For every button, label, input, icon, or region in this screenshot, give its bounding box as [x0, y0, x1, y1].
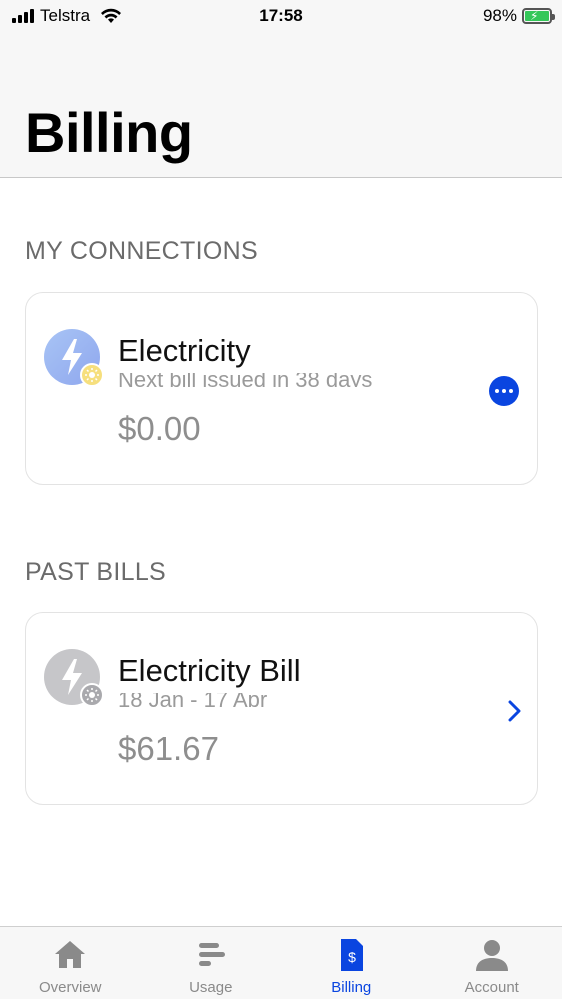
section-heading-past-bills: PAST BILLS: [25, 558, 167, 586]
home-icon: [55, 941, 86, 968]
status-time: 17:58: [259, 6, 303, 25]
chevron-right-icon[interactable]: [504, 698, 524, 724]
battery-icon: ⚡: [522, 8, 555, 24]
connection-card-electricity[interactable]: Electricity Next bill issued in 38 days …: [25, 292, 538, 485]
past-bill-title: Electricity Bill: [118, 653, 301, 688]
tab-overview[interactable]: Overview: [0, 927, 141, 999]
tab-label-account: Account: [464, 979, 519, 996]
header-area: Telstra 17:58 98% ⚡ Billing: [0, 0, 562, 178]
usage-bars-icon: [198, 943, 225, 966]
person-icon: [475, 940, 508, 971]
section-heading-connections: MY CONNECTIONS: [25, 237, 258, 265]
tab-account[interactable]: Account: [422, 927, 562, 999]
page-title: Billing: [25, 101, 193, 164]
tab-billing[interactable]: $ Billing: [281, 927, 422, 999]
past-bill-card-electricity[interactable]: Electricity Bill 18 Jan - 17 Apr $61.67: [25, 612, 538, 805]
tab-label-usage: Usage: [189, 979, 233, 996]
sun-badge-icon: [80, 363, 104, 387]
battery-percent: 98%: [482, 6, 517, 25]
sun-badge-icon: [80, 683, 104, 707]
svg-text:$: $: [348, 949, 356, 965]
status-bar: Telstra 17:58 98% ⚡: [0, 0, 562, 34]
connection-title: Electricity: [118, 333, 251, 368]
connection-amount: $0.00: [118, 410, 201, 447]
lightning-bolt-icon: [44, 329, 104, 387]
more-ellipsis-icon[interactable]: [489, 376, 519, 406]
past-bill-subtitle: 18 Jan - 17 Apr: [118, 693, 267, 707]
lightning-bolt-icon: [44, 649, 104, 707]
tab-label-billing: Billing: [331, 979, 372, 996]
connection-subtitle-text: Next bill issued in 38 days: [118, 373, 373, 387]
past-bill-subtitle-text: 18 Jan - 17 Apr: [118, 693, 268, 707]
bill-dollar-icon: $: [341, 939, 364, 971]
connection-subtitle: Next bill issued in 38 days: [118, 373, 372, 387]
tab-label-overview: Overview: [38, 979, 102, 996]
tab-bar: Overview Usage $ Billing Account: [0, 926, 562, 999]
past-bill-amount: $61.67: [118, 730, 219, 767]
tab-usage[interactable]: Usage: [141, 927, 282, 999]
